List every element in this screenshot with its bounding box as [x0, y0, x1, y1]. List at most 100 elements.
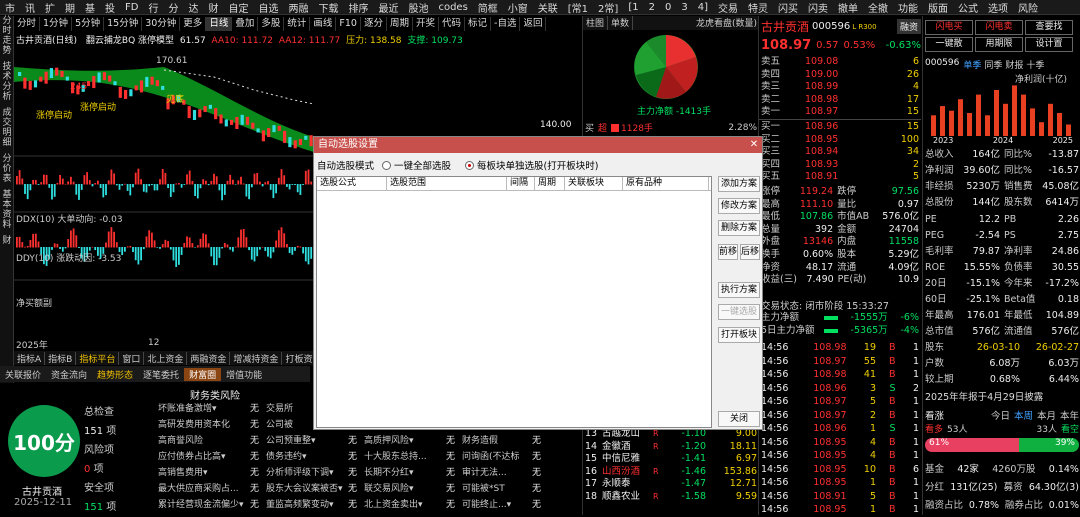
toolbar-button[interactable]: 统计 — [284, 17, 311, 31]
risk-item[interactable]: 坏账准备激增▾ — [158, 401, 250, 417]
toolbar-button[interactable]: 分时 — [14, 17, 41, 31]
risk-tab[interactable]: 资金流向 — [46, 368, 92, 381]
toolbar-button[interactable]: 叠加 — [232, 17, 259, 31]
toolbar-button[interactable]: 返回 — [520, 17, 547, 31]
menu-item[interactable]: 期 — [60, 0, 80, 15]
risk-item[interactable]: 联交易风险▾ — [364, 481, 446, 497]
fin-tab-report[interactable]: 财报 — [1005, 58, 1023, 71]
fin-badge[interactable]: 融资 — [896, 19, 921, 34]
mid-tab-bar[interactable]: 柱图 — [583, 16, 609, 30]
menu-item[interactable]: 2 — [644, 2, 660, 13]
toolbar-button[interactable]: 更多 — [180, 17, 207, 31]
risk-item[interactable]: 累计经营现金流偏少▾ — [158, 497, 250, 513]
risk-item[interactable]: 高商誉风险 — [158, 433, 250, 449]
menu-item[interactable]: 排序 — [343, 0, 373, 15]
menu-item[interactable]: FD — [120, 2, 143, 13]
menu-item[interactable]: 功能 — [893, 0, 923, 15]
risk-tab[interactable]: 财富圈 — [184, 367, 222, 381]
menu-item[interactable]: 闪买 — [773, 0, 803, 15]
menu-item[interactable]: 自选 — [253, 0, 283, 15]
dialog-button[interactable]: 添加方案 — [718, 176, 760, 192]
sector-row[interactable]: 16 山西汾酒 R -1.46 153.86 — [583, 466, 759, 479]
toolbar-button[interactable]: 1分钟 — [40, 17, 73, 31]
dialog-button[interactable]: 执行方案 — [718, 282, 760, 298]
menu-item[interactable]: 分 — [163, 0, 183, 15]
dialog-button[interactable]: 后移 — [740, 244, 760, 260]
toolbar-button[interactable]: -自选 — [491, 17, 521, 31]
menu-item[interactable]: 0 — [660, 2, 676, 13]
menu-item[interactable]: 基 — [80, 0, 100, 15]
toolbar-button[interactable]: 标记 — [465, 17, 492, 31]
risk-item[interactable]: 长期不分红▾ — [364, 465, 446, 481]
menu-item[interactable]: codes — [433, 2, 472, 13]
toolbar-button[interactable]: 多股 — [258, 17, 285, 31]
risk-item[interactable]: 债务违约▾ — [266, 449, 348, 465]
risk-tab[interactable]: 关联报价 — [0, 368, 46, 381]
risk-item[interactable]: 最大供应商采购占... — [158, 481, 250, 497]
menu-item[interactable]: 两融 — [283, 0, 313, 15]
fin-tab-same[interactable]: 同季 — [984, 58, 1002, 71]
sector-row[interactable]: 18 顺鑫农业 R -1.58 9.59 — [583, 491, 759, 504]
dialog-button[interactable]: 打开板块 — [718, 327, 760, 343]
menu-item[interactable]: 全撤 — [863, 0, 893, 15]
sector-row[interactable]: 14 金徽酒 R -1.20 18.11 — [583, 441, 759, 454]
toolbar-button[interactable]: 开奖 — [413, 17, 439, 31]
vote-week[interactable]: 本周 — [1014, 408, 1033, 422]
indicator-tab[interactable]: 指标B — [45, 351, 77, 365]
close-icon[interactable]: ✕ — [746, 137, 762, 153]
quick-button[interactable]: 用期限 — [975, 37, 1023, 52]
menu-item[interactable]: 2常] — [593, 0, 623, 15]
indicator-tab[interactable]: 指标A — [14, 351, 46, 365]
menu-item[interactable]: 投 — [100, 0, 120, 15]
table-col-header[interactable]: 原有品种 — [623, 177, 709, 190]
menu-item[interactable]: 市 — [0, 0, 20, 15]
dialog-button[interactable]: 删除方案 — [718, 220, 760, 236]
menu-item[interactable]: [常1 — [563, 0, 593, 15]
table-col-header[interactable]: 周期 — [535, 177, 565, 190]
toolbar-button[interactable]: 代码 — [439, 17, 466, 31]
table-col-header[interactable]: 间隔 — [507, 177, 535, 190]
menu-item[interactable]: 自定 — [223, 0, 253, 15]
menu-item[interactable]: 关联 — [533, 0, 563, 15]
toolbar-button[interactable]: 5分钟 — [72, 17, 105, 31]
quick-button[interactable]: 设计置 — [1025, 37, 1073, 52]
risk-item[interactable]: 高研发费用资本化 — [158, 417, 250, 433]
menu-item[interactable]: 版面 — [923, 0, 953, 15]
fin-tab-ten[interactable]: 十季 — [1026, 58, 1044, 71]
vote-year[interactable]: 本年 — [1060, 408, 1079, 422]
fin-tab-quarter[interactable]: 单季 — [963, 58, 981, 71]
risk-tab[interactable]: 趋势形态 — [92, 368, 138, 381]
risk-item[interactable]: 高质押风险▾ — [364, 433, 446, 449]
risk-item[interactable]: 高销售费用▾ — [158, 465, 250, 481]
menu-item[interactable]: 4] — [693, 2, 713, 13]
risk-item[interactable]: 分析师评级下调▾ — [266, 465, 348, 481]
vertical-tab[interactable]: 基本资料 — [0, 190, 14, 230]
indicator-tab[interactable]: 窗口 — [119, 351, 145, 365]
vote-today[interactable]: 今日 — [991, 408, 1010, 422]
menu-item[interactable]: 公式 — [953, 0, 983, 15]
risk-item[interactable]: 可能被*ST — [462, 481, 532, 497]
risk-item[interactable]: 公司预重整▾ — [266, 433, 348, 449]
dialog-button[interactable]: 一键选股 — [718, 304, 760, 320]
risk-tab[interactable]: 逐笔委托 — [138, 368, 184, 381]
risk-item[interactable]: 审计无法... — [462, 465, 532, 481]
quick-button[interactable]: 闪电买 — [925, 20, 973, 35]
quick-button[interactable]: 一键散 — [925, 37, 973, 52]
toolbar-button[interactable]: 日线 — [206, 17, 233, 31]
risk-item[interactable]: 应付债券占比高▾ — [158, 449, 250, 465]
risk-tab[interactable]: 增值功能 — [221, 368, 267, 381]
toolbar-button[interactable]: 周期 — [387, 17, 413, 31]
mid-tab-count[interactable]: 单数 — [608, 16, 634, 30]
menu-item[interactable]: 撤单 — [833, 0, 863, 15]
menu-item[interactable]: 交易 — [713, 0, 743, 15]
dialog-button[interactable]: 前移 — [718, 244, 738, 260]
quick-button[interactable]: 查要找 — [1025, 20, 1073, 35]
risk-item[interactable]: 十大股东总持... — [364, 449, 446, 465]
vertical-tab[interactable]: 技术分析 — [0, 62, 14, 102]
toolbar-button[interactable]: F10 — [336, 17, 361, 31]
menu-item[interactable]: 讯 — [20, 0, 40, 15]
vertical-tab[interactable]: 成交明细 — [0, 108, 14, 148]
dialog-button[interactable]: 修改方案 — [718, 198, 760, 214]
menu-item[interactable]: 行 — [143, 0, 163, 15]
menu-item[interactable]: 3 — [676, 2, 692, 13]
